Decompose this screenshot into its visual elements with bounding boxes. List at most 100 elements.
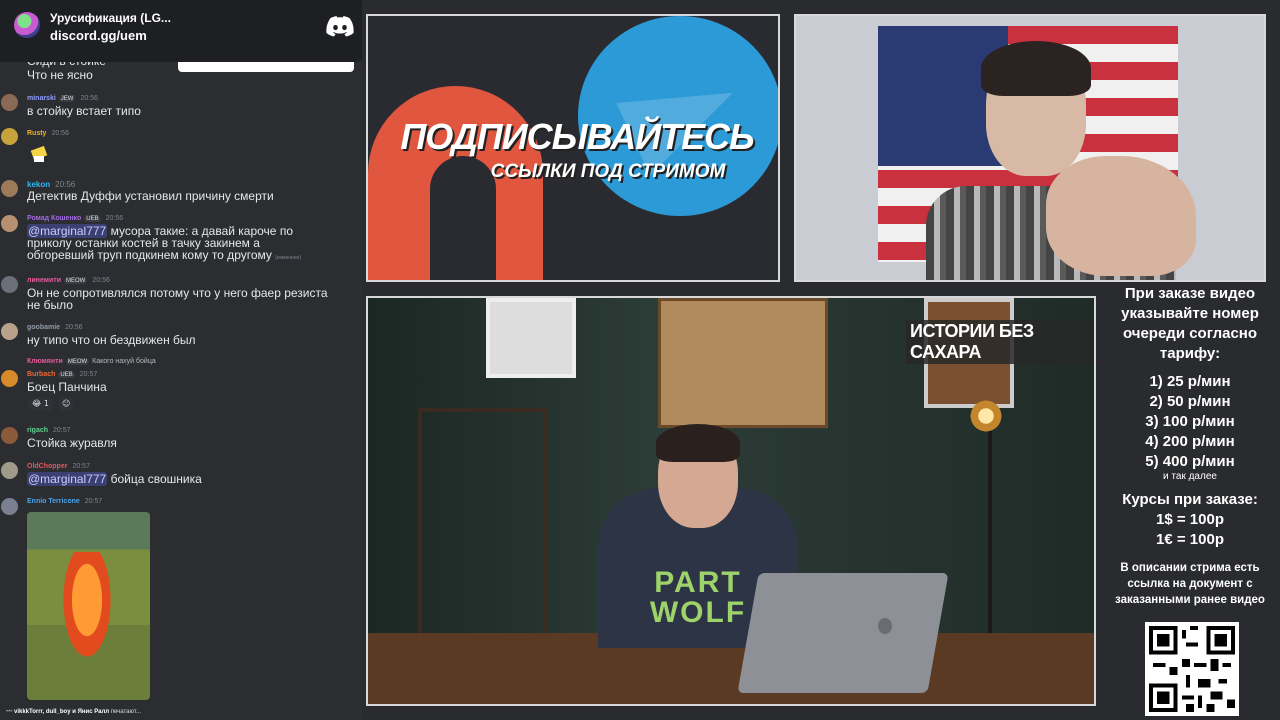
qr-code (1145, 622, 1239, 716)
message-meta: линемити MEOW 20:56 (27, 277, 110, 284)
message-meta: Rusty 20:56 (27, 130, 69, 137)
pricing-note: В описании стрима есть ссылка на докумен… (1115, 562, 1265, 606)
timestamp: 20:56 (92, 277, 110, 284)
username[interactable]: minarski (27, 95, 56, 102)
host-hair (656, 424, 740, 462)
message-text: ну типо что он бездвижен был (27, 333, 196, 347)
shirt-line: PART (654, 566, 742, 599)
avatar[interactable] (1, 94, 18, 111)
message-text: @marginal777 бойца свошника (27, 472, 202, 486)
avatar[interactable] (1, 180, 18, 197)
rate-item: 1€ = 100р (1156, 531, 1224, 548)
message-line: не было (27, 298, 73, 312)
timestamp: 20:56 (55, 180, 76, 189)
promo-subtitle: ССЫЛКИ ПОД СТРИМОМ (490, 161, 726, 182)
username[interactable]: Ромад Кошенко (27, 215, 81, 222)
avatar[interactable] (1, 370, 18, 387)
timestamp: 20:56 (65, 324, 83, 331)
pricing-tier: 1) 25 р/мин (1149, 373, 1231, 390)
message-text: Стойка журавля (27, 436, 117, 450)
message-meta: Ennio Terricone 20:57 (27, 498, 102, 505)
rate-item: 1$ = 100р (1156, 511, 1224, 528)
username[interactable]: Burbach (27, 371, 55, 378)
avatar[interactable] (1, 276, 18, 293)
pricing-panel: При заказе видео указывайте номер очеред… (1100, 282, 1280, 720)
invite-link[interactable]: discord.gg/uem (50, 28, 147, 43)
video-panel: PART WOLF ИСТОРИИ БЕЗ САХАРА (366, 296, 1096, 706)
username[interactable]: kekon (27, 180, 50, 189)
timestamp: 20:57 (72, 463, 90, 470)
timestamp: 20:57 (84, 498, 103, 505)
server-invite-card[interactable]: Урусификация (LG... discord.gg/uem (0, 0, 362, 62)
lamp-pole (988, 428, 992, 648)
promo-title: ПОДПИСЫВАЙТЕСЬ (400, 116, 754, 157)
lamp (968, 398, 1004, 434)
pricing-tier: 2) 50 р/мин (1149, 393, 1231, 410)
reply-tag: MEOW (65, 359, 90, 365)
channel-badge: ИСТОРИИ БЕЗ САХАРА (906, 320, 1094, 364)
discord-icon (326, 16, 354, 37)
typing-indicator: ••• vikkkTorrr, dull_boy и Янис Ралл печ… (6, 709, 141, 715)
picture-frame (486, 298, 576, 378)
laptop (737, 573, 949, 693)
reply-text: Какого нахуй бойца (92, 358, 156, 365)
shirt-print: PART WOLF (633, 568, 763, 628)
apple-icon (878, 618, 892, 634)
typing-suffix: печатают... (110, 709, 141, 715)
evidence-board (658, 298, 828, 428)
chat-panel: Урусификация (LG... discord.gg/uem Сиди … (0, 0, 362, 720)
message-meta: Burbach UEB 20:57 (27, 371, 97, 378)
message-meta: minarski JEW 20:56 (27, 95, 98, 102)
shirt-line: WOLF (649, 596, 747, 629)
avatar[interactable] (1, 462, 18, 479)
pricing-more: и так далее (1163, 471, 1217, 482)
reaction-button[interactable]: 😂 1 (28, 397, 53, 411)
gif-creature (57, 552, 117, 672)
rates-title: Курсы при заказе: (1122, 491, 1258, 508)
username[interactable]: Ennio Terricone (27, 498, 80, 505)
edited-label: (изменено) (275, 255, 301, 261)
username[interactable]: goobamie (27, 324, 60, 331)
avatar[interactable] (1, 323, 18, 340)
username[interactable]: OldChopper (27, 463, 67, 470)
overlay-bar (178, 62, 354, 72)
qr-code-icon (1149, 626, 1235, 712)
username[interactable]: rigach (27, 427, 48, 434)
timestamp: 20:56 (105, 215, 124, 222)
message-text: Детектив Дуффи установил причину смерти (27, 189, 274, 203)
message-meta: goobamie 20:56 (27, 324, 83, 331)
reply-username: Клюмянти (27, 358, 63, 365)
avatar[interactable] (1, 128, 18, 145)
streamer-hair (981, 41, 1091, 96)
reply-preview[interactable]: Клюмянти MEOW Какого нахуй бойца (27, 358, 156, 365)
username[interactable]: Rusty (27, 130, 46, 137)
mention[interactable]: @marginal777 (27, 472, 108, 486)
username[interactable]: линемити (27, 277, 61, 284)
timestamp: 20:57 (79, 371, 98, 378)
gif-attachment[interactable] (27, 512, 150, 700)
pricing-intro: При заказе видео указывайте номер очеред… (1121, 285, 1259, 362)
reaction-count: 1 (43, 399, 49, 408)
server-name: Урусификация (LG... (50, 11, 171, 25)
avatar[interactable] (1, 498, 18, 515)
message-text: обгоревший труп подкинем кому то другому… (27, 249, 301, 264)
message-line: обгоревший труп подкинем кому то другому (27, 248, 272, 262)
user-tag: UEB (84, 216, 101, 222)
timestamp: 20:56 (80, 95, 98, 102)
message-meta: OldChopper 20:57 (27, 463, 90, 470)
avatar[interactable] (1, 215, 18, 232)
message-text: Боец Панчина (27, 380, 107, 394)
stream-layout: Урусификация (LG... discord.gg/uem Сиди … (0, 0, 1280, 720)
typing-users: vikkkTorrr, dull_boy и Янис Ралл (13, 709, 110, 715)
add-reaction-icon[interactable]: ☺ (58, 397, 75, 411)
pricing-tier: 4) 200 р/мин (1145, 433, 1235, 450)
pricing-tiers: 1) 25 р/мин 2) 50 р/мин 3) 100 р/мин 4) … (1100, 372, 1280, 472)
avatar[interactable] (1, 427, 18, 444)
webcam-panel (794, 14, 1266, 282)
message-line: бойца свошника (110, 472, 202, 486)
timestamp: 20:56 (51, 130, 69, 137)
message-meta: kekon 20:56 (27, 180, 75, 189)
sticker-icon (30, 145, 48, 162)
timestamp: 20:57 (53, 427, 71, 434)
promo-panel: ПОДПИСЫВАЙТЕСЬ ССЫЛКИ ПОД СТРИМОМ (366, 14, 780, 282)
